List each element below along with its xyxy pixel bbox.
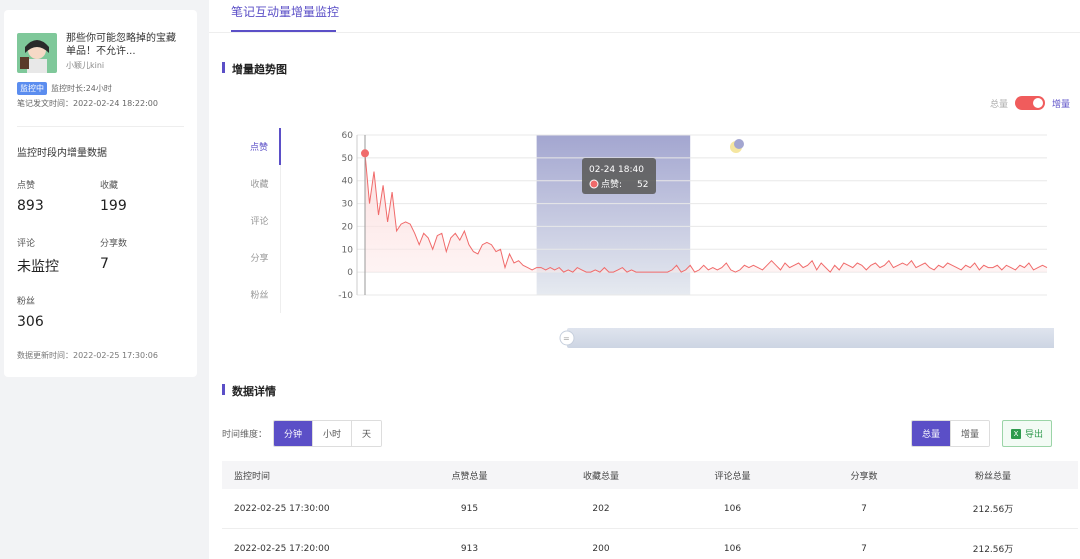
y-tick-label: 10 [342,245,354,255]
export-label: 导出 [1024,430,1043,440]
stat-label: 粉丝 [17,297,36,307]
divider [17,126,184,127]
y-tick-label: -10 [338,291,353,301]
header-cell: 评论总量 [714,471,751,482]
table-cell: 7 [861,503,867,514]
header-cell: 点赞总量 [451,471,488,482]
y-tick-label: 30 [342,200,354,210]
table-cell: 202 [592,503,610,514]
stat-value: 未监控 [17,259,59,275]
header-cell: 监控时间 [234,471,271,482]
stat-label: 点赞 [17,181,36,191]
view-increment-button[interactable]: 增量 [949,421,989,446]
chart-tooltip: 02-24 18:40 点赞: 52 [582,158,656,194]
note-author[interactable]: 小颖儿kini [66,60,104,71]
stat-value: 306 [17,314,44,330]
view-total-button[interactable]: 总量 [911,421,950,446]
stat-like: 点赞 893 [17,178,44,214]
trend-title: 增量趋势图 [222,61,287,77]
dimension-hour[interactable]: 小时 [312,421,352,446]
y-tick-label: 20 [342,222,354,232]
metric-tab-comment[interactable]: 评论 [239,202,281,239]
metric-tabs: 点赞 收藏 评论 分享 粉丝 [239,128,281,313]
table-cell: 915 [460,503,479,514]
table-controls: 总量 增量 X 导出 [910,420,1052,447]
dimension-selector: 分钟 小时 天 [273,420,383,447]
stat-value: 7 [100,256,109,272]
dimension-day[interactable]: 天 [351,421,382,446]
excel-icon: X [1010,428,1021,439]
y-tick-label: 60 [342,131,354,141]
table-cell: 106 [723,503,742,514]
stat-value: 893 [17,198,44,214]
view-mode-selector: 总量 增量 [910,420,990,447]
table-cell: 2022-02-25 17:20:00 [234,543,330,554]
header-cell: 分享数 [850,471,878,482]
table-row: 2022-02-25 17:20:00 913 200 106 7 212.56… [222,529,1078,559]
table-row: 2022-02-25 17:30:00 915 202 106 7 212.56… [222,489,1078,529]
note-info-card: 那些你可能忽略掉的宝藏单品！不允许... 小颖儿kini 监控中 监控时长:24… [4,10,197,377]
table-cell: 212.56万 [972,545,1014,555]
data-table: 监控时间 点赞总量 收藏总量 评论总量 分享数 粉丝总量 2022-02-25 … [222,461,1078,559]
moon-icon [730,139,744,153]
table-header: 监控时间 点赞总量 收藏总量 评论总量 分享数 粉丝总量 [222,461,1078,489]
time-dimension-row: 时间维度： 分钟 小时 天 [222,420,383,447]
main-panel: 笔记互动量增量监控 增量趋势图 总量 增量 点赞 收藏 评论 分享 粉丝 60 … [209,0,1080,559]
post-time: 笔记发文时间：2022-02-24 18:22:00 [17,99,158,108]
metric-tab-like[interactable]: 点赞 [239,128,281,165]
dimension-label: 时间维度： [222,430,268,440]
series-area-fill [365,153,1047,273]
tooltip-time: 02-24 18:40 [589,165,644,175]
slider-track[interactable] [567,328,1054,348]
data-update-time: 数据更新时间：2022-02-25 17:30:06 [17,351,158,360]
tooltip-value: 52 [637,180,648,190]
monitor-duration: 监控时长:24小时 [51,84,112,93]
metric-tab-collect[interactable]: 收藏 [239,165,281,202]
export-button[interactable]: X 导出 [1001,420,1052,447]
table-cell: 212.56万 [972,505,1014,515]
y-tick-label: 50 [342,154,354,164]
stat-label: 分享数 [100,239,128,249]
table-cell: 106 [723,543,742,554]
note-thumbnail[interactable] [17,33,57,73]
tooltip-dot [589,179,599,189]
dimension-minute[interactable]: 分钟 [274,421,313,446]
tab-interaction-monitor[interactable]: 笔记互动量增量监控 [231,3,339,20]
series-area [365,153,1047,273]
monitor-status-row: 监控中 监控时长:24小时 [17,82,112,95]
toggle-knob [1032,98,1043,108]
note-title[interactable]: 那些你可能忽略掉的宝藏单品！不允许... [66,32,184,58]
toggle-switch[interactable] [1014,96,1045,110]
toggle-total-label[interactable]: 总量 [990,97,1008,110]
stat-label: 评论 [17,239,36,249]
header-cell: 收藏总量 [582,471,619,482]
stat-share: 分享数 7 [100,236,127,272]
stat-fans: 粉丝 306 [17,294,44,330]
stat-label: 收藏 [100,181,119,191]
y-axis: 60 50 40 30 20 10 0 -10 [338,131,358,301]
stat-comment: 评论 未监控 [17,236,59,276]
divider [209,32,1080,33]
tooltip-label: 点赞: [601,178,622,190]
header-cell: 粉丝总量 [974,471,1011,482]
range-slider[interactable]: = [559,328,1054,348]
table-cell: 2022-02-25 17:30:00 [234,503,330,514]
slider-grip: = [563,334,570,343]
trend-chart[interactable]: 60 50 40 30 20 10 0 -10 02-24 18:40 点赞: 52 = [309,125,1054,355]
monitoring-badge: 监控中 [17,82,47,95]
table-cell: 7 [861,543,867,554]
detail-title: 数据详情 [222,383,276,399]
metric-tab-share[interactable]: 分享 [239,239,281,276]
metric-tab-fans[interactable]: 粉丝 [239,276,281,313]
stat-collect: 收藏 199 [100,178,127,214]
total-increment-toggle[interactable]: 总量 增量 [990,96,1070,110]
increment-heading: 监控时段内增量数据 [17,148,107,159]
toggle-increment-label[interactable]: 增量 [1052,97,1070,110]
stat-value: 199 [100,198,127,214]
table-cell: 200 [592,543,610,554]
y-tick-label: 0 [347,268,353,278]
data-point-highlight [361,149,369,158]
table-cell: 913 [460,543,479,554]
y-tick-label: 40 [342,177,354,187]
